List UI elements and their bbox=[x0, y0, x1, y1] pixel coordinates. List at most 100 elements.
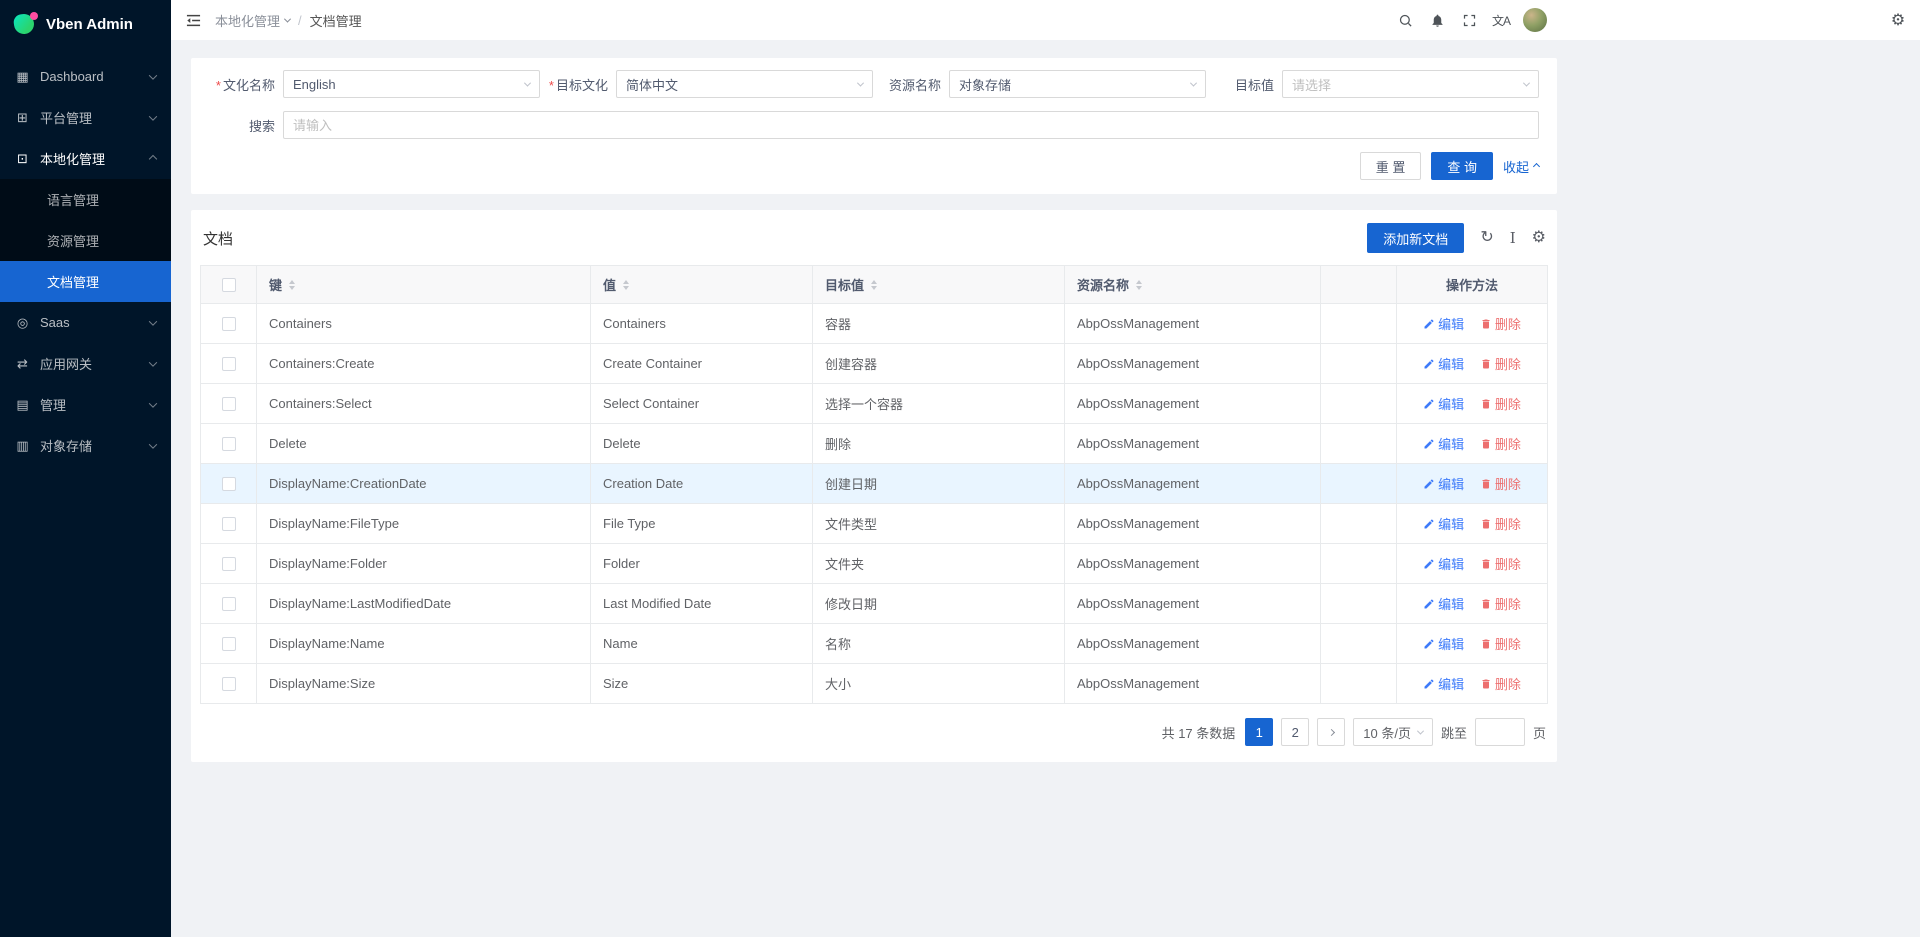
row-checkbox[interactable] bbox=[222, 317, 236, 331]
settings-gear-icon[interactable]: ⚙ bbox=[1882, 4, 1914, 36]
row-checkbox[interactable] bbox=[222, 357, 236, 371]
notification-bell-icon[interactable] bbox=[1421, 4, 1453, 36]
row-checkbox[interactable] bbox=[222, 517, 236, 531]
delete-trash-icon bbox=[1480, 558, 1492, 570]
field-label: 目标值 bbox=[1206, 75, 1274, 94]
column-header-key[interactable]: 键 bbox=[257, 266, 591, 304]
sidebar-item-platform[interactable]: ⊞ 平台管理 bbox=[0, 97, 171, 138]
cell-key: DisplayName:Folder bbox=[257, 544, 591, 584]
search-icon[interactable] bbox=[1389, 4, 1421, 36]
delete-link[interactable]: 删除 bbox=[1480, 394, 1521, 413]
jump-page-input[interactable] bbox=[1475, 718, 1525, 746]
translate-icon[interactable]: 文A bbox=[1485, 4, 1517, 36]
cell-resource: AbpOssManagement bbox=[1065, 384, 1321, 424]
delete-link[interactable]: 删除 bbox=[1480, 434, 1521, 453]
document-table: 键 值 目标值 资源名称 操作方法 Containers Container bbox=[200, 265, 1548, 704]
row-checkbox[interactable] bbox=[222, 557, 236, 571]
cell-value: Last Modified Date bbox=[591, 584, 813, 624]
select-all-checkbox[interactable] bbox=[222, 278, 236, 292]
delete-link[interactable]: 删除 bbox=[1480, 634, 1521, 653]
page-button-2[interactable]: 2 bbox=[1281, 718, 1309, 746]
jump-label: 跳至 bbox=[1441, 723, 1467, 742]
delete-link[interactable]: 删除 bbox=[1480, 514, 1521, 533]
next-page-button[interactable] bbox=[1317, 718, 1345, 746]
cell-target: 修改日期 bbox=[813, 584, 1065, 624]
page-size-select[interactable]: 10 条/页 bbox=[1353, 718, 1433, 746]
fullscreen-icon[interactable] bbox=[1453, 4, 1485, 36]
chevron-down-icon bbox=[149, 399, 157, 407]
sort-icon[interactable] bbox=[871, 280, 877, 290]
cell-target: 创建容器 bbox=[813, 344, 1065, 384]
reset-button[interactable]: 重 置 bbox=[1360, 152, 1422, 180]
chevron-down-icon bbox=[149, 317, 157, 325]
sidebar-item-language-management[interactable]: 语言管理 bbox=[0, 179, 171, 220]
refresh-icon[interactable]: ↻ bbox=[1480, 230, 1493, 246]
edit-link[interactable]: 编辑 bbox=[1423, 354, 1464, 373]
target-culture-select[interactable]: 简体中文 bbox=[616, 70, 873, 98]
collapse-link[interactable]: 收起 bbox=[1503, 157, 1539, 176]
delete-link[interactable]: 删除 bbox=[1480, 314, 1521, 333]
delete-link[interactable]: 删除 bbox=[1480, 554, 1521, 573]
sidebar-item-management[interactable]: ▤ 管理 bbox=[0, 384, 171, 425]
column-settings-gear-icon[interactable]: ⚙ bbox=[1532, 230, 1546, 246]
column-header-value[interactable]: 值 bbox=[591, 266, 813, 304]
sidebar-item-document-management[interactable]: 文档管理 bbox=[0, 261, 171, 302]
breadcrumb-item-current[interactable]: 文档管理 bbox=[310, 11, 362, 30]
sidebar-item-localization[interactable]: ⊡ 本地化管理 bbox=[0, 138, 171, 179]
page-button-1[interactable]: 1 bbox=[1245, 718, 1273, 746]
chevron-down-icon bbox=[857, 79, 864, 86]
sidebar-item-dashboard[interactable]: ▦ Dashboard bbox=[0, 56, 171, 97]
edit-link[interactable]: 编辑 bbox=[1423, 594, 1464, 613]
add-document-button[interactable]: 添加新文档 bbox=[1367, 223, 1464, 253]
avatar[interactable] bbox=[1523, 8, 1547, 32]
localization-submenu: 语言管理 资源管理 文档管理 bbox=[0, 179, 171, 302]
row-checkbox[interactable] bbox=[222, 437, 236, 451]
delete-link[interactable]: 删除 bbox=[1480, 674, 1521, 693]
resource-name-select[interactable]: 对象存储 bbox=[949, 70, 1206, 98]
chevron-down-icon bbox=[1523, 79, 1530, 86]
delete-link[interactable]: 删除 bbox=[1480, 594, 1521, 613]
query-button[interactable]: 查 询 bbox=[1431, 152, 1493, 180]
sidebar-item-gateway[interactable]: ⇄ 应用网关 bbox=[0, 343, 171, 384]
row-height-icon[interactable]: I bbox=[1510, 231, 1516, 246]
delete-link[interactable]: 删除 bbox=[1480, 354, 1521, 373]
logo[interactable]: Vben Admin bbox=[0, 0, 171, 48]
target-value-select[interactable]: 请选择 bbox=[1282, 70, 1539, 98]
edit-link[interactable]: 编辑 bbox=[1423, 634, 1464, 653]
table-row: DisplayName:Folder Folder 文件夹 AbpOssMana… bbox=[201, 544, 1548, 584]
edit-link[interactable]: 编辑 bbox=[1423, 554, 1464, 573]
sidebar-item-saas[interactable]: ◎ Saas bbox=[0, 302, 171, 343]
row-checkbox[interactable] bbox=[222, 397, 236, 411]
row-checkbox[interactable] bbox=[222, 677, 236, 691]
chevron-down-icon bbox=[149, 440, 157, 448]
search-input[interactable] bbox=[283, 111, 1539, 139]
menu-fold-icon[interactable] bbox=[177, 4, 209, 36]
edit-link[interactable]: 编辑 bbox=[1423, 434, 1464, 453]
row-checkbox[interactable] bbox=[222, 597, 236, 611]
field-culture-name: *文化名称 English bbox=[207, 70, 540, 98]
breadcrumb-separator: / bbox=[298, 13, 302, 28]
column-header-resource[interactable]: 资源名称 bbox=[1065, 266, 1321, 304]
row-checkbox[interactable] bbox=[222, 637, 236, 651]
cell-value: Create Container bbox=[591, 344, 813, 384]
edit-link[interactable]: 编辑 bbox=[1423, 474, 1464, 493]
breadcrumb-item-parent[interactable]: 本地化管理 bbox=[215, 11, 290, 30]
sidebar-item-object-storage[interactable]: ▥ 对象存储 bbox=[0, 425, 171, 466]
sort-icon[interactable] bbox=[1136, 280, 1142, 290]
column-header-empty bbox=[1321, 266, 1397, 304]
sort-icon[interactable] bbox=[623, 280, 629, 290]
edit-pencil-icon bbox=[1423, 638, 1435, 650]
sort-icon[interactable] bbox=[289, 280, 295, 290]
filter-panel: *文化名称 English *目标文化 简体中文 bbox=[191, 58, 1557, 194]
edit-link[interactable]: 编辑 bbox=[1423, 314, 1464, 333]
column-header-target[interactable]: 目标值 bbox=[813, 266, 1065, 304]
row-checkbox[interactable] bbox=[222, 477, 236, 491]
culture-name-select[interactable]: English bbox=[283, 70, 540, 98]
cell-value: File Type bbox=[591, 504, 813, 544]
sidebar-item-resource-management[interactable]: 资源管理 bbox=[0, 220, 171, 261]
edit-link[interactable]: 编辑 bbox=[1423, 674, 1464, 693]
edit-link[interactable]: 编辑 bbox=[1423, 514, 1464, 533]
delete-link[interactable]: 删除 bbox=[1480, 474, 1521, 493]
delete-trash-icon bbox=[1480, 358, 1492, 370]
edit-link[interactable]: 编辑 bbox=[1423, 394, 1464, 413]
